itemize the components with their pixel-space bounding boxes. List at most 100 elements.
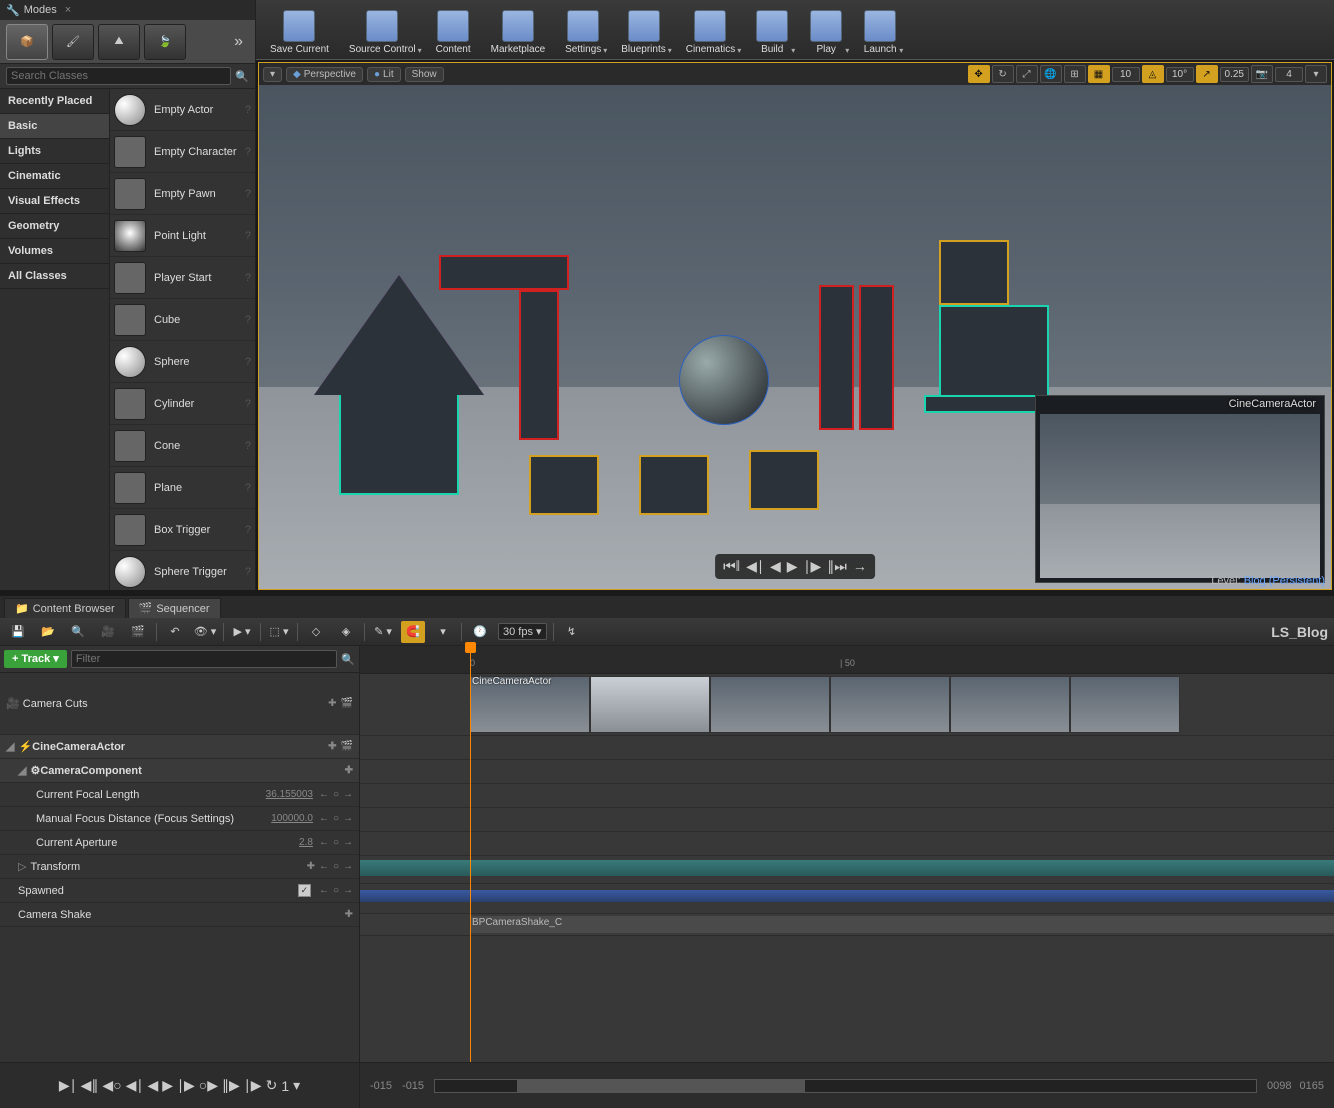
add-button[interactable]: ✚ xyxy=(328,741,336,752)
add-track-button[interactable]: + Track ▾ xyxy=(4,650,67,668)
edit-options-button[interactable]: ✎ ▾ xyxy=(371,621,395,643)
content-button[interactable]: Content xyxy=(428,2,479,57)
marketplace-button[interactable]: Marketplace xyxy=(483,2,553,57)
add-button[interactable]: ✚ xyxy=(345,765,353,776)
add-key-button[interactable]: ○ xyxy=(333,837,339,848)
track-cinecamera[interactable]: ◢ ⚡ CineCameraActor ✚ 🎬 xyxy=(0,735,359,759)
to-end-button[interactable]: ∥▶ xyxy=(222,1077,240,1094)
foliage-mode-button[interactable]: 🍃 xyxy=(144,24,186,60)
modes-tab[interactable]: 🔧 Modes × xyxy=(0,0,255,20)
blueprints-button[interactable]: Blueprints xyxy=(613,2,673,57)
perspective-button[interactable]: ◆Perspective xyxy=(286,67,363,82)
landscape-mode-button[interactable]: ⛰ xyxy=(98,24,140,60)
category-geometry[interactable]: Geometry xyxy=(0,214,109,239)
launch-button[interactable]: Launch xyxy=(855,2,905,57)
next-key-button[interactable]: → xyxy=(343,813,353,824)
step-back-button[interactable]: ◀∣ xyxy=(126,1077,144,1094)
camera-cut-thumb-2[interactable] xyxy=(590,676,710,733)
shake-clip[interactable] xyxy=(470,916,1334,933)
close-icon[interactable]: × xyxy=(65,4,71,16)
play-reverse-button[interactable]: ◀ xyxy=(147,1077,158,1094)
rotate-mode-button[interactable]: ↻ xyxy=(992,65,1014,83)
expand-icon[interactable]: ◢ xyxy=(6,740,14,753)
help-icon[interactable]: ? xyxy=(245,524,251,536)
help-icon[interactable]: ? xyxy=(245,566,251,578)
lane-camera-shake[interactable]: BPCameraShake_C xyxy=(360,914,1334,936)
prev-key-button[interactable]: ← xyxy=(319,813,329,824)
step-forward-button[interactable]: ∣▶ xyxy=(804,558,822,575)
play-forward-button[interactable]: ▶ xyxy=(787,558,798,575)
scale-mode-button[interactable]: ⤢ xyxy=(1016,65,1038,83)
to-prev-key-button[interactable]: ◀○ xyxy=(102,1077,121,1094)
paint-mode-button[interactable]: 🖌 xyxy=(52,24,94,60)
scale-snap-button[interactable]: ↗ xyxy=(1196,65,1218,83)
aperture-value[interactable]: 2.8 xyxy=(299,837,313,848)
playback-speed[interactable]: 1 xyxy=(281,1078,289,1094)
actor-item-empty-pawn[interactable]: Empty Pawn? xyxy=(110,173,255,215)
range-end-out[interactable]: 0165 xyxy=(1300,1080,1324,1092)
track-camera-shake[interactable]: Camera Shake ✚ xyxy=(0,903,359,927)
fps-dropdown[interactable]: 30 fps▾ xyxy=(498,623,547,640)
lane-focal-length[interactable] xyxy=(360,784,1334,808)
add-button[interactable]: ✚ xyxy=(328,698,336,709)
camera-preview[interactable]: CineCameraActor xyxy=(1035,395,1325,583)
angle-snap-button[interactable]: ◬ xyxy=(1142,65,1164,83)
expand-icon[interactable]: ▷ xyxy=(18,860,26,873)
help-icon[interactable]: ? xyxy=(245,104,251,116)
step-back-button[interactable]: ◀∣ xyxy=(746,558,764,575)
search-button[interactable]: 🔍 xyxy=(66,621,90,643)
track-transform[interactable]: ▷ Transform ✚ ←○→ xyxy=(0,855,359,879)
actor-item-cylinder[interactable]: Cylinder? xyxy=(110,383,255,425)
camera-speed-button[interactable]: 📷 xyxy=(1251,65,1273,83)
focal-length-value[interactable]: 36.155003 xyxy=(266,789,313,800)
loop-end-button[interactable]: → xyxy=(853,558,867,575)
place-mode-button[interactable]: 📦 xyxy=(6,24,48,60)
source-control-button[interactable]: Source Control xyxy=(341,2,424,57)
actor-item-box-trigger[interactable]: Box Trigger? xyxy=(110,509,255,551)
skip-to-end-button[interactable]: ∥⏭ xyxy=(827,558,847,575)
lane-spawned[interactable] xyxy=(360,890,1334,914)
help-icon[interactable]: ? xyxy=(245,188,251,200)
world-local-button[interactable]: 🌐 xyxy=(1040,65,1062,83)
add-key-button[interactable]: ○ xyxy=(333,789,339,800)
track-focal-length[interactable]: Current Focal Length 36.155003 ←○→ xyxy=(0,783,359,807)
viewport-options-button[interactable]: ▾ xyxy=(263,67,282,82)
camera-cut-thumb-3[interactable] xyxy=(710,676,830,733)
set-start-button[interactable]: ▶∣ xyxy=(59,1077,77,1094)
lock-camera-button[interactable]: 🎬 xyxy=(341,698,353,709)
category-volumes[interactable]: Volumes xyxy=(0,239,109,264)
help-icon[interactable]: ? xyxy=(245,314,251,326)
grid-snap-value[interactable]: 10 xyxy=(1112,67,1140,82)
camera-cuts-lane[interactable]: CineCameraActor xyxy=(360,674,1334,736)
expand-icon[interactable]: ◢ xyxy=(18,764,26,777)
camera-cut-thumb-6[interactable] xyxy=(1070,676,1180,733)
range-scrollbar[interactable] xyxy=(434,1079,1257,1093)
camera-cut-thumb-5[interactable] xyxy=(950,676,1070,733)
actor-list[interactable]: Empty Actor? Empty Character? Empty Pawn… xyxy=(110,89,255,590)
view-options-button[interactable]: 👁 ▾ xyxy=(193,621,217,643)
auto-key-button[interactable]: ◈ xyxy=(334,621,358,643)
help-icon[interactable]: ? xyxy=(245,398,251,410)
track-focus-distance[interactable]: Manual Focus Distance (Focus Settings) 1… xyxy=(0,807,359,831)
category-cinematic[interactable]: Cinematic xyxy=(0,164,109,189)
range-end-in[interactable]: 0098 xyxy=(1267,1080,1291,1092)
search-icon[interactable]: 🔍 xyxy=(235,70,249,83)
save-button[interactable]: 💾 xyxy=(6,621,30,643)
angle-snap-value[interactable]: 10° xyxy=(1166,67,1194,82)
viewport-canvas[interactable]: ⏮∥ ◀∣ ◀ ▶ ∣▶ ∥⏭ → CineCameraActor Level:… xyxy=(259,85,1331,589)
help-icon[interactable]: ? xyxy=(245,230,251,242)
add-button[interactable]: ✚ xyxy=(345,909,353,920)
playback-speed-menu[interactable]: ▾ xyxy=(293,1077,300,1094)
play-reverse-button[interactable]: ◀ xyxy=(770,558,781,575)
add-button[interactable]: ✚ xyxy=(307,861,315,872)
next-key-button[interactable]: → xyxy=(343,837,353,848)
next-key-button[interactable]: → xyxy=(343,885,353,896)
pilot-camera-button[interactable]: 🎬 xyxy=(341,741,353,752)
category-lights[interactable]: Lights xyxy=(0,139,109,164)
keying-options-button[interactable]: ⬚ ▾ xyxy=(267,621,291,643)
play-button[interactable]: Play xyxy=(801,2,851,57)
help-icon[interactable]: ? xyxy=(245,146,251,158)
add-key-button[interactable]: ○ xyxy=(333,861,339,872)
playback-options-button[interactable]: ▶ ▾ xyxy=(230,621,254,643)
help-icon[interactable]: ? xyxy=(245,440,251,452)
